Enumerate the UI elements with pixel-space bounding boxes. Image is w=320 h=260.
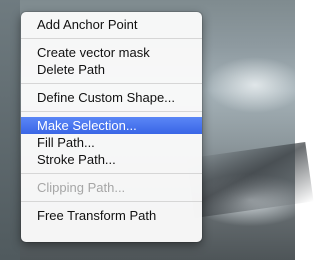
menu-separator xyxy=(21,201,202,202)
menu-separator xyxy=(21,83,202,84)
menu-item-delete-path[interactable]: Delete Path xyxy=(21,61,202,78)
photo-edge xyxy=(0,0,20,260)
context-menu: Add Anchor Point Create vector mask Dele… xyxy=(21,12,202,242)
menu-item-create-vector-mask[interactable]: Create vector mask xyxy=(21,44,202,61)
menu-item-clipping-path: Clipping Path... xyxy=(37,180,126,195)
menu-item-stroke-path[interactable]: Stroke Path... xyxy=(21,151,202,168)
menu-item-define-custom-shape[interactable]: Define Custom Shape... xyxy=(21,89,202,106)
menu-item-free-transform-path[interactable]: Free Transform Path xyxy=(21,207,202,224)
menu-separator xyxy=(21,111,202,112)
menu-separator xyxy=(21,173,202,174)
menu-separator xyxy=(21,38,202,39)
menu-item-fill-path[interactable]: Fill Path... xyxy=(21,134,202,151)
photo-dark-region xyxy=(186,141,314,219)
menu-item-make-selection[interactable]: Make Selection... xyxy=(21,117,202,134)
menu-item-add-anchor-point[interactable]: Add Anchor Point xyxy=(21,16,202,33)
